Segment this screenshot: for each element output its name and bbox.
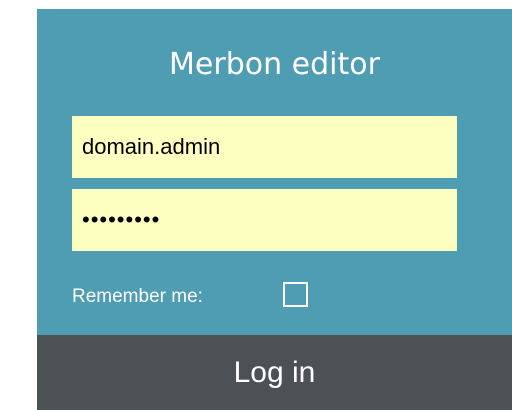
username-input[interactable] bbox=[72, 116, 457, 178]
login-panel: Merbon editor Remember me: Log in bbox=[37, 9, 512, 410]
remember-me-checkbox[interactable] bbox=[283, 282, 308, 307]
app-title: Merbon editor bbox=[169, 47, 380, 82]
remember-me-label: Remember me: bbox=[72, 286, 203, 307]
login-button[interactable]: Log in bbox=[37, 335, 512, 410]
password-input[interactable] bbox=[72, 189, 457, 251]
